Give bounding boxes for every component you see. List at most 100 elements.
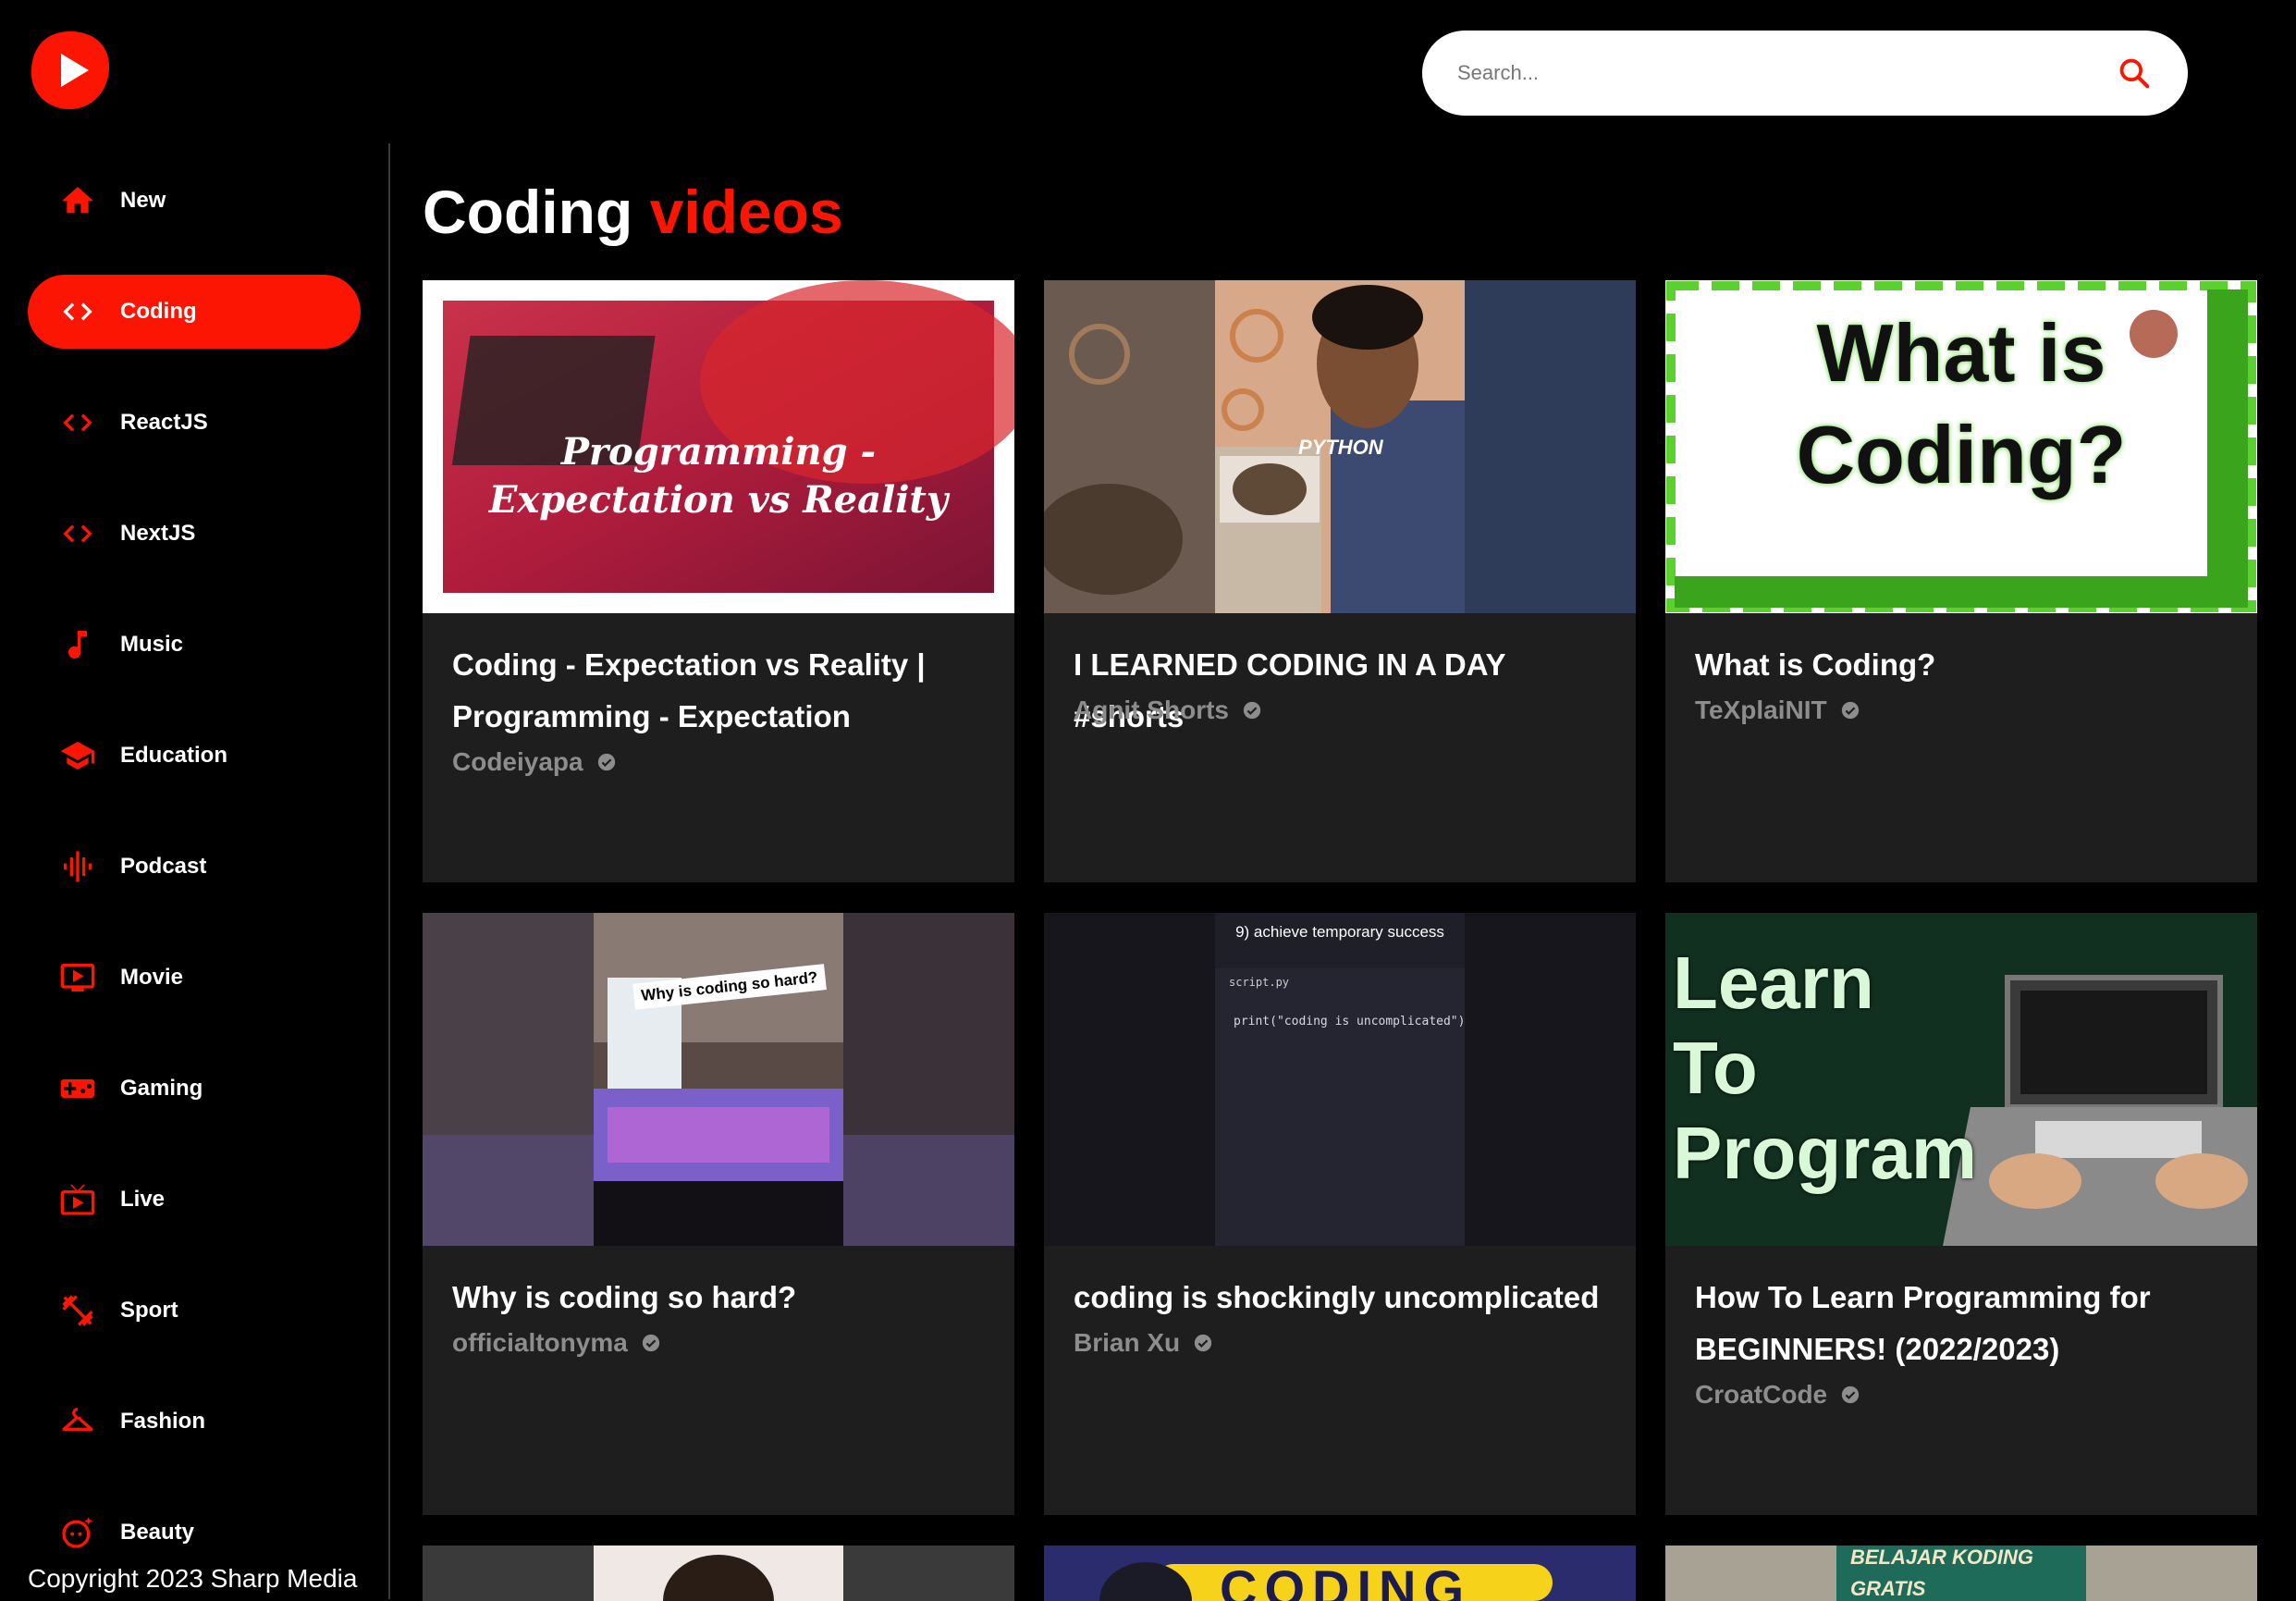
video-title[interactable]: Coding - Expectation vs Reality | Progra… [452, 639, 988, 743]
channel-name-label: TeXplaiNIT [1695, 696, 1827, 724]
sidebar-item-label: Beauty [120, 1520, 195, 1545]
thumbnail-caption: What is Coding? [1796, 307, 2127, 500]
channel-name-label: Agnit Shorts [1074, 696, 1229, 724]
sidebar-item-label: Sport [120, 1298, 178, 1323]
sidebar-item-music[interactable]: Music [28, 608, 361, 682]
page-title: Coding videos [423, 174, 843, 250]
video-thumbnail[interactable]: PYTHON [1044, 280, 1636, 613]
live-tv-icon [59, 1181, 96, 1218]
video-card[interactable]: Why is coding so hard? Why is coding so … [423, 913, 1014, 1515]
thumbnail-caption: Learn To Program [1673, 942, 1977, 1194]
video-title[interactable]: Why is coding so hard? [452, 1272, 988, 1324]
app-logo[interactable] [28, 28, 113, 113]
sidebar-item-fashion[interactable]: Fashion [28, 1385, 361, 1459]
thumbnail-file: script.py [1229, 976, 1290, 989]
video-card[interactable]: What is Coding? What is Coding? TeXplaiN… [1665, 280, 2257, 882]
youtube-play-logo-icon [31, 31, 110, 110]
sidebar-item-reactjs[interactable]: ReactJS [28, 386, 361, 460]
sidebar-item-label: Coding [120, 299, 197, 324]
video-title[interactable]: What is Coding? [1695, 639, 2231, 691]
verified-check-icon [1841, 701, 1859, 720]
code-icon [59, 515, 96, 552]
home-icon [59, 182, 96, 219]
channel-name-label: CroatCode [1695, 1380, 1828, 1409]
channel-name[interactable]: Codeiyapa [452, 747, 617, 777]
video-thumbnail[interactable]: BELAJAR KODING GRATIS [1665, 1546, 2257, 1601]
video-card[interactable]: Programming - Expectation vs Reality Cod… [423, 280, 1014, 882]
video-thumbnail[interactable]: What is Coding? [1665, 280, 2257, 613]
sidebar-item-podcast[interactable]: Podcast [28, 830, 361, 904]
video-title[interactable]: coding is shockingly uncomplicated [1074, 1272, 1610, 1324]
video-card[interactable]: Learn To Program How To Learn Programmin… [1665, 913, 2257, 1515]
channel-name[interactable]: TeXplaiNIT [1695, 696, 1860, 725]
channel-name-label: Codeiyapa [452, 747, 583, 776]
ondemand-video-icon [59, 959, 96, 996]
search-input[interactable] [1455, 60, 2112, 86]
sidebar-item-label: New [120, 188, 166, 213]
video-thumbnail[interactable]: 9) achieve temporary success script.py p… [1044, 913, 1636, 1246]
sidebar: New Coding ReactJS NextJS Music Educatio… [0, 143, 390, 1599]
sidebar-item-label: Live [120, 1187, 166, 1212]
sidebar-item-movie[interactable]: Movie [28, 941, 361, 1015]
thumbnail-code: print("coding is uncomplicated") [1234, 1015, 1466, 1028]
channel-name[interactable]: CroatCode [1695, 1380, 1860, 1410]
video-thumbnail[interactable]: Why is coding so hard? [423, 913, 1014, 1246]
channel-name-label: Brian Xu [1074, 1328, 1181, 1357]
video-thumbnail[interactable]: CODING [1044, 1546, 1636, 1601]
thumbnail-caption: Programming - Expectation vs Reality [488, 430, 949, 522]
verified-check-icon [1841, 1385, 1860, 1404]
channel-name[interactable]: officialtonyma [452, 1328, 661, 1358]
fitness-icon [59, 1292, 96, 1329]
channel-name[interactable]: Brian Xu [1074, 1328, 1213, 1358]
verified-check-icon [642, 1334, 659, 1352]
page-title-primary: Coding [423, 178, 633, 246]
code-icon [59, 293, 96, 330]
sidebar-item-label: ReactJS [120, 410, 208, 435]
video-thumbnail[interactable]: Programming - Expectation vs Reality [423, 280, 1014, 613]
sidebar-item-nextjs[interactable]: NextJS [28, 497, 361, 571]
sidebar-item-gaming[interactable]: Gaming [28, 1052, 361, 1126]
thumbnail-caption: CODING [1220, 1559, 1471, 1601]
sidebar-item-label: NextJS [120, 521, 196, 546]
video-card[interactable]: CODING [1044, 1546, 1636, 1601]
sidebar-item-coding[interactable]: Coding [28, 275, 361, 349]
sidebar-item-label: Education [120, 743, 228, 768]
verified-check-icon [597, 753, 615, 771]
page-title-accent: videos [649, 178, 843, 246]
school-icon [59, 737, 96, 774]
copyright-text: Copyright 2023 Sharp Media [28, 1564, 358, 1593]
search-button[interactable] [2112, 51, 2156, 95]
sidebar-item-beauty[interactable]: Beauty [28, 1496, 361, 1570]
video-card[interactable]: PYTHON I LEARNED CODING IN A DAY #shorts… [1044, 280, 1636, 882]
sidebar-item-education[interactable]: Education [28, 719, 361, 793]
sidebar-item-label: Movie [120, 965, 184, 990]
thumbnail-caption: 9) achieve temporary success [1235, 923, 1444, 941]
video-title[interactable]: I LEARNED CODING IN A DAY #shorts [1074, 639, 1610, 743]
music-note-icon [59, 626, 96, 663]
sidebar-item-label: Gaming [120, 1076, 203, 1101]
sidebar-item-sport[interactable]: Sport [28, 1274, 361, 1348]
channel-name[interactable]: Agnit Shorts [1074, 696, 1262, 725]
sidebar-item-label: Fashion [120, 1409, 206, 1434]
sidebar-item-live[interactable]: Live [28, 1163, 361, 1237]
sidebar-item-label: Music [120, 632, 184, 657]
video-card[interactable] [423, 1546, 1014, 1601]
thumbnail-caption: PYTHON [1298, 436, 1383, 459]
video-card[interactable]: 9) achieve temporary success script.py p… [1044, 913, 1636, 1515]
channel-name-label: officialtonyma [452, 1328, 628, 1357]
search-icon [2119, 58, 2150, 89]
code-icon [59, 404, 96, 441]
video-card[interactable]: BELAJAR KODING GRATIS [1665, 1546, 2257, 1601]
sidebar-item-label: Podcast [120, 854, 207, 879]
search-bar [1422, 31, 2188, 116]
gamepad-icon [59, 1070, 96, 1107]
face-retouching-icon [59, 1514, 96, 1551]
thumbnail-caption: BELAJAR KODING GRATIS [1850, 1546, 2034, 1600]
video-title[interactable]: How To Learn Programming for BEGINNERS! … [1695, 1272, 2231, 1375]
video-thumbnail[interactable] [423, 1546, 1014, 1601]
sidebar-item-new[interactable]: New [28, 164, 361, 238]
hanger-icon [59, 1403, 96, 1440]
video-thumbnail[interactable]: Learn To Program [1665, 913, 2257, 1246]
graphic-eq-icon [59, 848, 96, 885]
verified-check-icon [1194, 1334, 1212, 1352]
